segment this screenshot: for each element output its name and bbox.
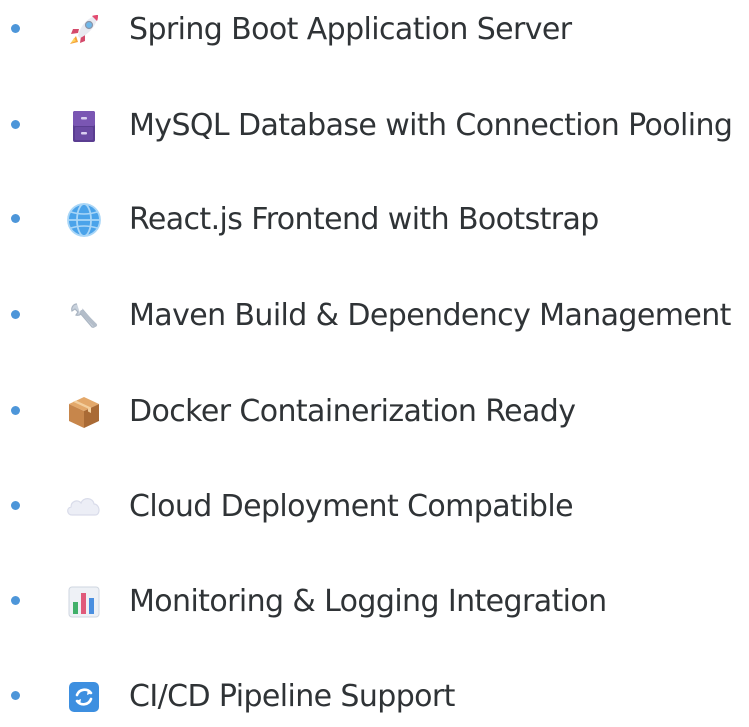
list-item: Monitoring & Logging Integration: [0, 572, 749, 632]
cloud-icon: [62, 485, 106, 529]
feature-label: MySQL Database with Connection Pooling: [129, 108, 733, 143]
bullet-icon: [11, 24, 20, 33]
bullet-icon: [11, 691, 20, 700]
feature-label: Docker Containerization Ready: [129, 394, 576, 429]
globe-icon: [62, 198, 106, 242]
bullet-icon: [11, 310, 20, 319]
bullet-icon: [11, 596, 20, 605]
list-item: Spring Boot Application Server: [0, 0, 749, 60]
bullet-icon: [11, 406, 20, 415]
list-item: Cloud Deployment Compatible: [0, 477, 749, 537]
feature-label: Maven Build & Dependency Management: [129, 298, 731, 333]
feature-label: Spring Boot Application Server: [129, 12, 572, 47]
list-item: MySQL Database with Connection Pooling: [0, 96, 749, 156]
package-icon: [62, 390, 106, 434]
bullet-icon: [11, 501, 20, 510]
rocket-icon: [62, 8, 106, 52]
list-item: Maven Build & Dependency Management: [0, 286, 749, 346]
file-cabinet-icon: [62, 104, 106, 148]
feature-label: CI/CD Pipeline Support: [129, 679, 455, 714]
bar-chart-icon: [62, 580, 106, 624]
list-item: CI/CD Pipeline Support: [0, 667, 749, 727]
list-item: React.js Frontend with Bootstrap: [0, 190, 749, 250]
feature-label: React.js Frontend with Bootstrap: [129, 202, 599, 237]
feature-label: Monitoring & Logging Integration: [129, 584, 607, 619]
bullet-icon: [11, 120, 20, 129]
feature-label: Cloud Deployment Compatible: [129, 489, 574, 524]
wrench-icon: [62, 294, 106, 338]
list-item: Docker Containerization Ready: [0, 382, 749, 442]
refresh-icon: [62, 675, 106, 719]
bullet-icon: [11, 214, 20, 223]
